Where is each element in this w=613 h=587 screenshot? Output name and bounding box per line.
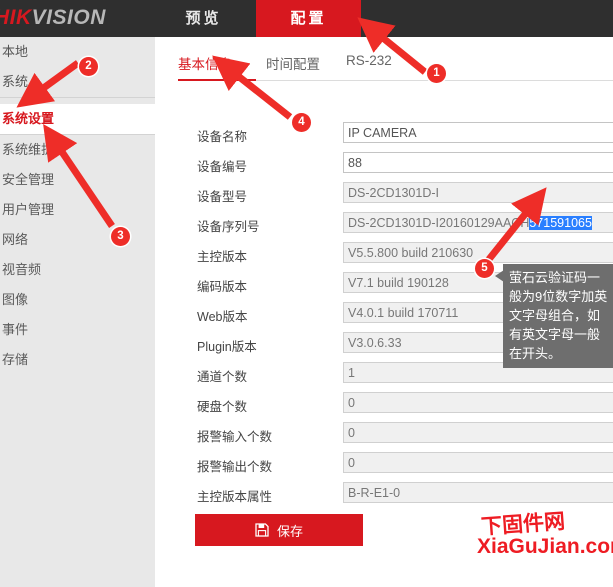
selected-verification-code: 571591065	[529, 216, 592, 230]
tab-basic-info[interactable]: 基本信息	[178, 53, 232, 73]
verification-code-tooltip: 萤石云验证码一般为9位数字加英文字母组合，如有英文字母一般在开头。	[503, 264, 613, 368]
save-button-label: 保存	[276, 523, 303, 539]
form-row: 设备名称 IP CAMERA	[155, 122, 613, 152]
sidebar-item-user-management[interactable]: 用户管理	[0, 195, 155, 225]
field-label: 报警输出个数	[197, 460, 273, 474]
active-tab-underline	[178, 79, 256, 81]
field-input: 0	[343, 422, 613, 443]
field-label: 通道个数	[197, 370, 248, 384]
form-row: 设备序列号 DS-2CD1301D-I20160129AACH571591065	[155, 212, 613, 242]
field-input[interactable]: 88	[343, 152, 613, 173]
sidebar-item-event[interactable]: 事件	[0, 315, 155, 345]
sidebar-item-system[interactable]: 系统	[0, 67, 155, 97]
watermark-domain-text: XiaGuJian.com	[477, 535, 613, 558]
field-label: Web版本	[197, 310, 248, 324]
sidebar-item-security-management[interactable]: 安全管理	[0, 165, 155, 195]
form-row: 硬盘个数 0	[155, 392, 613, 422]
field-label: 设备型号	[197, 190, 248, 204]
field-label: 报警输入个数	[197, 430, 273, 444]
field-input: DS-2CD1301D-I	[343, 182, 613, 203]
sidebar-item-storage[interactable]: 存储	[0, 345, 155, 375]
tab-time-config[interactable]: 时间配置	[266, 53, 320, 73]
field-label: 设备名称	[197, 130, 248, 144]
tab-rs232[interactable]: RS-232	[346, 53, 392, 68]
form-row: 设备编号 88	[155, 152, 613, 182]
field-input: V5.5.800 build 210630	[343, 242, 613, 263]
field-input[interactable]: IP CAMERA	[343, 122, 613, 143]
nav-tab-configuration[interactable]: 配置	[256, 0, 361, 37]
field-label: 主控版本属性	[197, 490, 273, 504]
nav-tab-preview[interactable]: 预览	[151, 0, 256, 37]
form-row: 设备型号 DS-2CD1301D-I	[155, 182, 613, 212]
nav-tab-list: 预览 配置	[151, 0, 361, 37]
field-label: 设备编号	[197, 160, 248, 174]
sidebar-group-top: 本地 系统	[0, 37, 155, 97]
form-row: 报警输出个数 0	[155, 452, 613, 482]
brand-logo-gray-part: VISION	[31, 6, 106, 29]
field-value: DS-2CD1301D-I20160129AACH	[348, 216, 530, 230]
brand-logo-red-part: HIK	[0, 6, 32, 29]
content-tab-bar: 基本信息 时间配置 RS-232	[178, 47, 613, 81]
field-label: Plugin版本	[197, 340, 257, 354]
field-input: B-R-E1-0	[343, 482, 613, 503]
sidebar: 本地 系统 系统设置 系统维护 安全管理 用户管理 网络 视音频 图像 事件 存…	[0, 37, 155, 587]
sidebar-group-system: 系统设置 系统维护 安全管理 用户管理 网络 视音频 图像 事件 存储	[0, 104, 155, 375]
field-label: 设备序列号	[197, 220, 260, 234]
sidebar-item-local[interactable]: 本地	[0, 37, 155, 67]
field-label: 主控版本	[197, 250, 248, 264]
sidebar-item-system-settings[interactable]: 系统设置	[0, 104, 155, 134]
field-input: DS-2CD1301D-I20160129AACH571591065	[343, 212, 613, 233]
sidebar-item-network[interactable]: 网络	[0, 225, 155, 255]
field-label: 编码版本	[197, 280, 248, 294]
top-navigation-bar: HIKVISION 预览 配置	[0, 0, 613, 37]
save-icon	[255, 523, 269, 537]
brand-logo: HIKVISION	[0, 6, 106, 30]
form-row: 报警输入个数 0	[155, 422, 613, 452]
site-watermark: 下固件网 XiaGuJian.com	[477, 508, 613, 570]
field-input: 0	[343, 392, 613, 413]
sidebar-item-audio-video[interactable]: 视音频	[0, 255, 155, 285]
sidebar-item-system-maintenance[interactable]: 系统维护	[0, 135, 155, 165]
field-label: 硬盘个数	[197, 400, 248, 414]
sidebar-item-image[interactable]: 图像	[0, 285, 155, 315]
save-button[interactable]: 保存	[195, 514, 363, 546]
field-input: 0	[343, 452, 613, 473]
